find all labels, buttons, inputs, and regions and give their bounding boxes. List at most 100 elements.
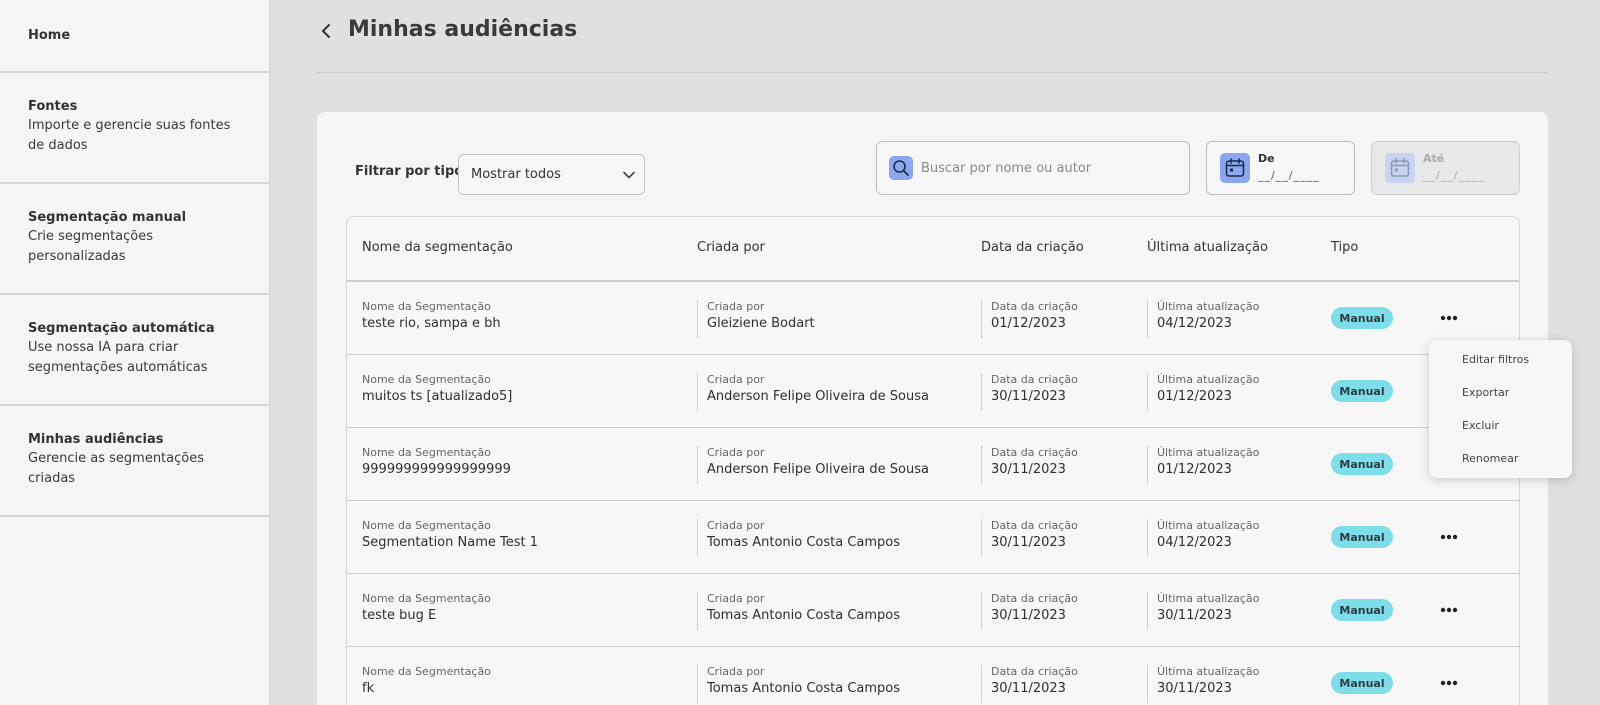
cell-name: Nome da Segmentação fk	[362, 665, 491, 696]
cell-value: 04/12/2023	[1157, 316, 1232, 331]
cell-updated: Última atualização 30/11/2023	[1157, 592, 1259, 623]
cell-divider	[981, 519, 982, 557]
chevron-left-icon	[322, 24, 330, 38]
more-options-button[interactable]	[1437, 601, 1461, 619]
filter-type-value: Mostrar todos	[471, 167, 561, 182]
search-placeholder: Buscar por nome ou autor	[921, 160, 1092, 176]
cell-value: 01/12/2023	[991, 316, 1066, 331]
cell-author: Criada por Anderson Felipe Oliveira de So…	[707, 446, 929, 477]
calendar-icon	[1385, 153, 1415, 183]
type-badge: Manual	[1331, 526, 1393, 548]
sidebar-item-description: Importe e gerencie suas fontes de dados	[28, 118, 231, 153]
column-header-author: Criada por	[697, 240, 765, 255]
more-options-button[interactable]	[1437, 674, 1461, 692]
cell-label: Data da criação	[991, 519, 1078, 532]
cell-value: Anderson Felipe Oliveira de Sousa	[707, 462, 929, 477]
cell-divider	[981, 300, 982, 338]
cell-label: Criada por	[707, 373, 765, 386]
cell-created: Data da criação 30/11/2023	[991, 665, 1078, 696]
cell-created: Data da criação 30/11/2023	[991, 446, 1078, 477]
cell-created: Data da criação 30/11/2023	[991, 373, 1078, 404]
cell-divider	[1147, 446, 1148, 484]
cell-updated: Última atualização 01/12/2023	[1157, 373, 1259, 404]
cell-value: Anderson Felipe Oliveira de Sousa	[707, 389, 929, 404]
cell-value: Tomas Antonio Costa Campos	[707, 608, 901, 623]
cell-label: Data da criação	[991, 300, 1078, 313]
cell-value: teste rio, sampa e bh	[362, 316, 501, 331]
cell-value: Tomas Antonio Costa Campos	[707, 535, 901, 550]
sidebar-item-title: Home	[28, 28, 71, 43]
cell-value: Gleiziene Bodart	[707, 316, 815, 331]
date-from-field[interactable]: De __/__/____	[1206, 141, 1355, 195]
sidebar-item-title: Fontes	[28, 99, 78, 114]
table-row[interactable]: Nome da Segmentação muitos ts [atualizado…	[347, 355, 1519, 428]
cell-value: 30/11/2023	[991, 462, 1066, 477]
cell-value: 30/11/2023	[991, 389, 1066, 404]
table-row[interactable]: Nome da Segmentação teste bug E Criada por…	[347, 574, 1519, 647]
cell-created: Data da criação 30/11/2023	[991, 592, 1078, 623]
cell-label: Última atualização	[1157, 446, 1260, 459]
sidebar-item-home[interactable]: Home	[0, 0, 269, 73]
cell-divider	[697, 373, 698, 411]
type-badge: Manual	[1331, 380, 1393, 402]
cell-value: 30/11/2023	[1157, 681, 1232, 696]
sidebar-item-description: Crie segmentações personalizadas	[28, 229, 154, 264]
cell-divider	[1147, 665, 1148, 703]
cell-divider	[981, 446, 982, 484]
sidebar-item-segmentacao-manual[interactable]: Segmentação manual Crie segmentações per…	[0, 184, 269, 295]
search-icon	[889, 156, 913, 180]
cell-divider	[981, 592, 982, 630]
menu-item-export[interactable]: Exportar	[1429, 376, 1572, 409]
more-options-button[interactable]	[1437, 309, 1461, 327]
cell-value: Tomas Antonio Costa Campos	[707, 681, 901, 696]
table-row[interactable]: Nome da Segmentação Segmentation Name Tes…	[347, 501, 1519, 574]
sidebar-item-minhas-audiencias[interactable]: Minhas audiências Gerencie as segmentaçõ…	[0, 406, 269, 517]
cell-name: Nome da Segmentação muitos ts [atualizado…	[362, 373, 512, 404]
date-to-field[interactable]: Até __/__/____	[1371, 141, 1520, 195]
cell-divider	[697, 519, 698, 557]
cell-value: muitos ts [atualizado5]	[362, 389, 513, 404]
table-row[interactable]: Nome da Segmentação 999999999999999999 Cri…	[347, 428, 1519, 501]
sidebar-item-description: Use nossa IA para criar segmentações aut…	[28, 340, 208, 375]
cell-label: Nome da Segmentação	[362, 592, 491, 605]
cell-author: Criada por Tomas Antonio Costa Campos	[707, 592, 900, 623]
sidebar-item-fontes[interactable]: Fontes Importe e gerencie suas fontes de…	[0, 73, 269, 184]
type-badge: Manual	[1331, 453, 1393, 475]
cell-label: Nome da Segmentação	[362, 519, 491, 532]
cell-value: Segmentation Name Test 1	[362, 535, 538, 550]
cell-divider	[981, 665, 982, 703]
cell-divider	[697, 446, 698, 484]
cell-label: Criada por	[707, 300, 765, 313]
search-input[interactable]: Buscar por nome ou autor	[876, 141, 1190, 195]
cell-label: Data da criação	[991, 665, 1078, 678]
table-row[interactable]: Nome da Segmentação teste rio, sampa e bh…	[347, 282, 1519, 355]
cell-value: 04/12/2023	[1157, 535, 1232, 550]
cell-label: Data da criação	[991, 446, 1078, 459]
audiences-table: Nome da segmentação Criada por Data da c…	[346, 216, 1520, 705]
sidebar-item-segmentacao-automatica[interactable]: Segmentação automática Use nossa IA para…	[0, 295, 269, 406]
cell-label: Nome da Segmentação	[362, 446, 491, 459]
cell-created: Data da criação 30/11/2023	[991, 519, 1078, 550]
back-button[interactable]	[316, 18, 336, 44]
cell-divider	[697, 592, 698, 630]
cell-value: 30/11/2023	[1157, 608, 1232, 623]
filter-type-select[interactable]: Mostrar todos	[458, 154, 645, 195]
cell-divider	[1147, 300, 1148, 338]
chevron-down-icon	[623, 171, 635, 179]
type-badge: Manual	[1331, 307, 1393, 329]
table-row[interactable]: Nome da Segmentação fk Criada por Tomas Ant…	[347, 647, 1519, 705]
menu-item-delete[interactable]: Excluir	[1429, 409, 1572, 442]
cell-value: 999999999999999999	[362, 462, 511, 477]
menu-item-edit-filters[interactable]: Editar filtros	[1429, 343, 1572, 376]
sidebar-item-description: Gerencie as segmentações criadas	[28, 451, 204, 486]
cell-label: Última atualização	[1157, 519, 1260, 532]
cell-updated: Última atualização 30/11/2023	[1157, 665, 1259, 696]
menu-item-rename[interactable]: Renomear	[1429, 442, 1572, 475]
more-horizontal-icon	[1440, 534, 1458, 540]
more-options-button[interactable]	[1437, 528, 1461, 546]
cell-label: Última atualização	[1157, 592, 1260, 605]
cell-label: Criada por	[707, 665, 765, 678]
cell-author: Criada por Anderson Felipe Oliveira de So…	[707, 373, 929, 404]
cell-label: Criada por	[707, 446, 765, 459]
cell-label: Nome da Segmentação	[362, 665, 491, 678]
